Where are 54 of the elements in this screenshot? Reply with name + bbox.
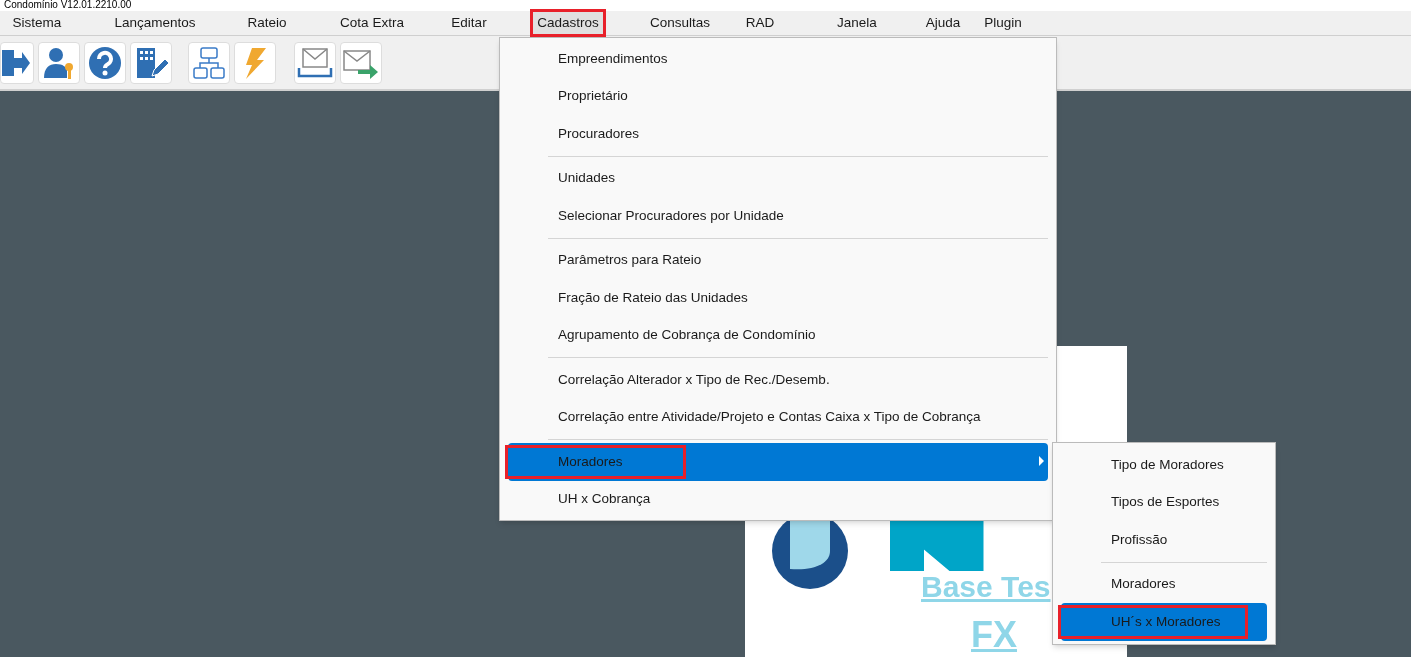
menu-item-label: Correlação entre Atividade/Projeto e Contas Caixa x Tipo de Cobrança — [557, 408, 981, 427]
menu-item[interactable]: Tipos de Esportes — [1061, 483, 1267, 521]
menu-item-label: Tipos de Esportes — [1110, 493, 1220, 512]
menu-item-label: Procuradores — [557, 124, 640, 143]
building-edit-icon[interactable] — [130, 41, 172, 84]
hierarchy-icon[interactable] — [188, 41, 230, 84]
menu-item[interactable]: Proprietário — [508, 77, 1048, 115]
menu-item-label: Agrupamento de Cobrança de Condomínio — [557, 326, 816, 345]
menu-item[interactable]: Moradores — [1061, 565, 1267, 603]
menu-item[interactable]: Empreendimentos — [508, 40, 1048, 78]
user-key-icon[interactable] — [38, 41, 80, 84]
menu-item-label: Proprietário — [557, 87, 628, 106]
menu-item-label: UH´s x Moradores — [1061, 607, 1245, 636]
splash-subtitle: Base Tes — [921, 569, 1051, 605]
exit-icon[interactable] — [0, 41, 34, 84]
menu-item[interactable]: Moradores — [508, 443, 1048, 481]
window-title: Condomínio V12.01.2210.00 — [3, 0, 132, 10]
menu-item[interactable]: Procuradores — [508, 115, 1048, 153]
menu-item[interactable]: Parâmetros para Rateio — [508, 241, 1048, 279]
menu-item-label: Moradores — [508, 447, 683, 476]
menu-item-label: Empreendimentos — [557, 49, 668, 68]
splash-edition: FX — [971, 613, 1017, 657]
menu-bar-item[interactable]: Ajuda — [921, 12, 965, 34]
menu-item[interactable]: UH x Cobrança — [508, 480, 1048, 518]
menu-item-label: Unidades — [557, 169, 616, 188]
menu-bar-item[interactable]: Consultas — [645, 12, 714, 34]
menu-bar-item[interactable]: RAD — [741, 12, 779, 34]
menu-item[interactable]: Tipo de Moradores — [1061, 446, 1267, 484]
menu-item[interactable]: Unidades — [508, 159, 1048, 197]
menu-item[interactable]: Correlação Alterador x Tipo de Rec./Desemb. — [508, 361, 1048, 399]
menu-item-label: Moradores — [1110, 575, 1176, 594]
menu-item[interactable]: Profissão — [1061, 521, 1267, 559]
menu-item-label: Profissão — [1110, 530, 1168, 549]
menu-bar-item[interactable]: Janela — [833, 12, 881, 34]
menu-item[interactable]: Agrupamento de Cobrança de Condomínio — [508, 316, 1048, 354]
menu-bar-item[interactable]: Rateio — [243, 12, 291, 34]
menu-item[interactable]: Fração de Rateio das Unidades — [508, 279, 1048, 317]
menu-bar-item[interactable]: Cadastros — [533, 12, 603, 34]
menu-item[interactable]: UH´s x Moradores — [1061, 603, 1267, 641]
menu-item-label: Selecionar Procuradores por Unidade — [557, 206, 784, 225]
menu-bar-item[interactable]: Plugin — [980, 12, 1026, 34]
menu-bar-item[interactable]: Sistema — [8, 12, 66, 34]
menu-item[interactable]: Selecionar Procuradores por Unidade — [508, 197, 1048, 235]
help-icon[interactable] — [84, 41, 126, 84]
menu-bar-item[interactable]: Lançamentos — [110, 12, 200, 34]
menu-item-label: Tipo de Moradores — [1110, 455, 1224, 474]
menu-bar-item[interactable]: Cota Extra — [336, 12, 408, 34]
menu-item-label: Parâmetros para Rateio — [557, 251, 702, 270]
menu-bar-item[interactable]: Editar — [447, 12, 491, 34]
menu-item-label: UH x Cobrança — [557, 490, 651, 509]
menu-item[interactable]: Correlação entre Atividade/Projeto e Contas Caixa x Tipo de Cobrança — [508, 398, 1048, 436]
menu-item-label: Fração de Rateio das Unidades — [557, 288, 748, 307]
envelope-tray-icon[interactable] — [294, 41, 336, 84]
menu-item-label: Correlação Alterador x Tipo de Rec./Desemb. — [557, 370, 830, 389]
